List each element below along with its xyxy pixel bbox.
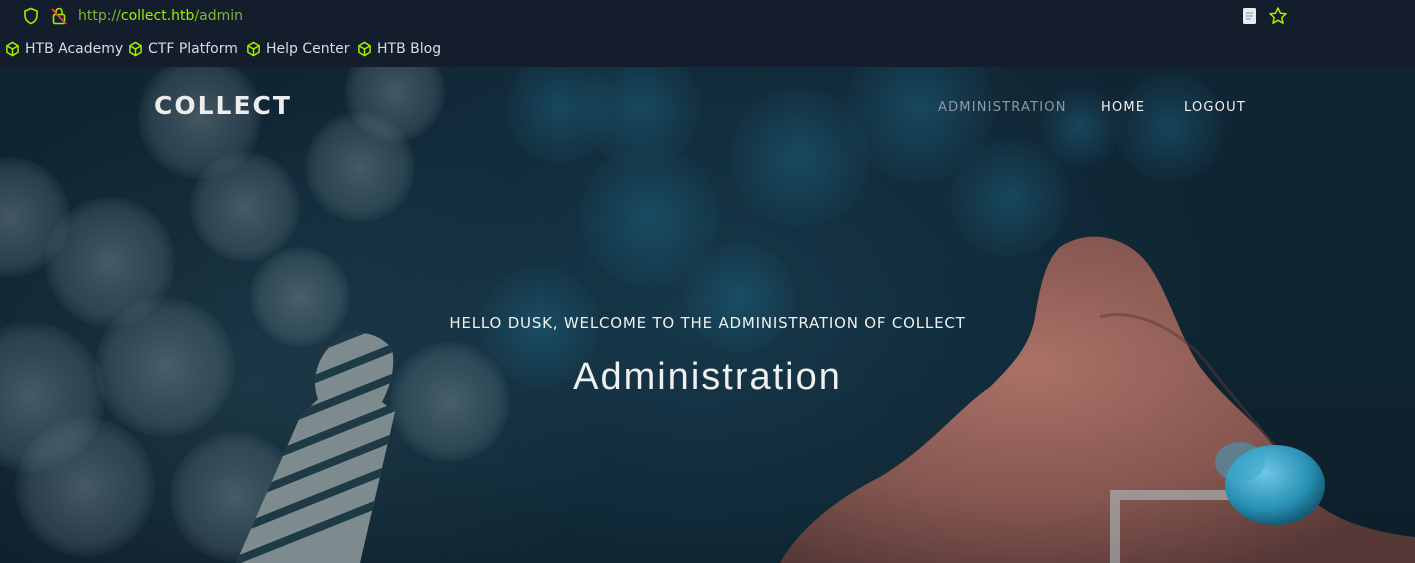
hero-section: COLLECT ADMINISTRATION HOME LOGOUT HELLO…: [0, 67, 1415, 563]
page-title: Administration: [573, 356, 842, 398]
bookmarks-toolbar: HTB Academy CTF Platform Help Center HTB…: [0, 33, 1415, 67]
insecure-lock-icon[interactable]: [50, 6, 68, 26]
url-path: /admin: [194, 8, 244, 24]
nav-home[interactable]: HOME: [1101, 100, 1145, 115]
bookmark-label: CTF Platform: [148, 41, 238, 57]
bookmark-label: HTB Academy: [25, 41, 124, 57]
site-logo[interactable]: COLLECT: [154, 91, 292, 120]
nav-administration[interactable]: ADMINISTRATION: [938, 100, 1067, 115]
reader-mode-icon[interactable]: [1242, 7, 1258, 25]
bookmark-htb-blog[interactable]: HTB Blog: [357, 41, 441, 57]
bookmark-htb-academy[interactable]: HTB Academy: [5, 41, 123, 57]
bookmark-label: Help Center: [266, 41, 350, 57]
url-host: collect.htb: [120, 8, 195, 24]
cube-icon: [358, 41, 371, 57]
bookmark-ctf-platform[interactable]: CTF Platform: [128, 41, 238, 57]
cube-icon: [247, 41, 260, 57]
cube-icon: [129, 41, 142, 57]
nav-logout[interactable]: LOGOUT: [1184, 100, 1246, 115]
welcome-message: HELLO DUSK, WELCOME TO THE ADMINISTRATIO…: [449, 314, 966, 332]
address-field[interactable]: http://collect.htb/admin: [78, 7, 243, 25]
shield-icon[interactable]: [22, 7, 40, 25]
bookmark-label: HTB Blog: [377, 41, 442, 57]
url-scheme: http://: [78, 8, 121, 24]
cube-icon: [6, 41, 19, 57]
bookmark-help-center[interactable]: Help Center: [246, 41, 350, 57]
url-bar: http://collect.htb/admin: [0, 0, 1415, 33]
bookmark-star-icon[interactable]: [1268, 6, 1288, 26]
